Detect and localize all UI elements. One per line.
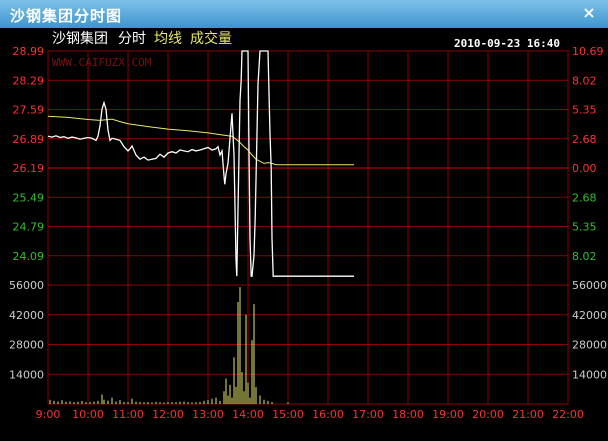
time-tick-label: 11:00 <box>112 408 144 421</box>
time-tick-label: 10:00 <box>72 408 104 421</box>
percent-tick-label: 8.02 <box>572 74 597 87</box>
time-tick-label: 12:00 <box>152 408 184 421</box>
intraday-chart: 沙钢集团 分时 均线 成交量 2010-09-23 16:40 WWW.CAIFUZX.C… <box>0 28 608 441</box>
volume-tick-label: 14000 <box>9 368 44 381</box>
time-tick-label: 17:00 <box>352 408 384 421</box>
avg-legend: 均线 <box>154 31 182 47</box>
time-tick-label: 22:00 <box>552 408 584 421</box>
price-tick-label: 26.19 <box>13 162 45 175</box>
price-tick-label: 28.29 <box>13 74 45 87</box>
time-tick-label: 15:00 <box>272 408 304 421</box>
volume-tick-label: 56000 <box>9 279 44 292</box>
volume-tick-label: 42000 <box>9 309 44 322</box>
percent-tick-label: 2.68 <box>572 133 597 146</box>
time-tick-label: 18:00 <box>392 408 424 421</box>
percent-tick-label: 0.00 <box>572 162 597 175</box>
time-tick-label: 16:00 <box>312 408 344 421</box>
price-tick-label: 25.49 <box>13 191 45 204</box>
chart-window: 沙钢集团分时图 × 沙钢集团 分时 均线 成交量 2010-09-23 16:40 WWW… <box>0 0 608 441</box>
price-tick-label: 26.89 <box>13 133 45 146</box>
time-tick-label: 19:00 <box>432 408 464 421</box>
chart-label: 分时 <box>118 31 146 47</box>
volume-tick-label: 28000 <box>572 339 607 352</box>
price-tick-label: 24.09 <box>13 250 45 263</box>
volume-legend: 成交量 <box>190 30 232 47</box>
time-tick-label: 20:00 <box>472 408 504 421</box>
percent-tick-label: 2.68 <box>572 191 597 204</box>
volume-tick-label: 28000 <box>9 339 44 352</box>
percent-tick-label: 5.35 <box>572 104 597 117</box>
price-tick-label: 24.79 <box>13 221 45 234</box>
percent-tick-label: 10.69 <box>572 45 604 58</box>
price-tick-label: 27.59 <box>13 104 45 117</box>
title-bar: 沙钢集团分时图 × <box>0 0 608 29</box>
percent-tick-label: 8.02 <box>572 250 597 263</box>
datetime: 2010-09-23 16:40 <box>454 37 560 50</box>
time-tick-label: 13:00 <box>192 408 224 421</box>
time-tick-label: 9:00 <box>36 408 61 421</box>
volume-tick-label: 56000 <box>572 279 607 292</box>
window-title: 沙钢集团分时图 <box>10 7 123 25</box>
price-tick-label: 28.99 <box>13 45 45 58</box>
time-tick-label: 14:00 <box>232 408 264 421</box>
time-tick-label: 21:00 <box>512 408 544 421</box>
volume-tick-label: 14000 <box>572 368 607 381</box>
volume-tick-label: 42000 <box>572 309 607 322</box>
watermark: WWW.CAIFUZX.COM <box>52 56 152 69</box>
stock-name: 沙钢集团 <box>52 30 108 47</box>
percent-tick-label: 5.35 <box>572 221 597 234</box>
close-icon[interactable]: × <box>580 4 598 22</box>
